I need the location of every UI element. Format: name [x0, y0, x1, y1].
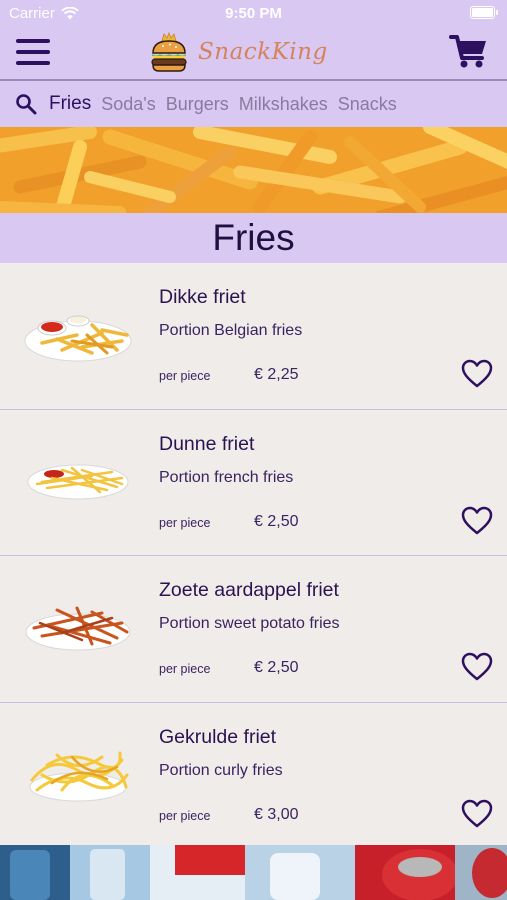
- product-name: Gekrulde friet: [159, 725, 277, 748]
- logo-text: SnackKing: [198, 39, 328, 65]
- product-name: Dikke friet: [159, 286, 246, 308]
- search-icon[interactable]: [15, 93, 37, 115]
- category-tab-fries[interactable]: Fries: [49, 93, 91, 115]
- heart-icon[interactable]: [461, 799, 493, 829]
- category-tab-milkshakes[interactable]: Milkshakes: [239, 94, 328, 115]
- product-item[interactable]: Dunne friet Portion french fries per pie…: [0, 409, 507, 556]
- fries-banner-image: [0, 127, 507, 213]
- top-header: Carrier 9:50 PM SnackKing: [0, 0, 507, 80]
- category-tab-snacks[interactable]: Snacks: [338, 94, 397, 115]
- product-price: € 2,50: [254, 659, 299, 676]
- sodas-banner-image: [0, 845, 507, 900]
- product-image-belgian-fries: [24, 315, 132, 362]
- category-tab-burgers[interactable]: Burgers: [166, 94, 229, 115]
- heart-icon[interactable]: [461, 506, 493, 536]
- product-image-curly-fries: [29, 751, 129, 801]
- product-price: € 3,00: [254, 805, 299, 823]
- product-image-sweet-potato-fries: [25, 606, 131, 651]
- shopping-cart-icon[interactable]: [449, 34, 489, 70]
- product-unit: per piece: [159, 808, 211, 823]
- product-item[interactable]: Zoete aardappel friet Portion sweet pota…: [0, 556, 507, 703]
- burger-icon: [151, 31, 187, 72]
- product-unit: per piece: [159, 662, 211, 676]
- product-description: Portion french fries: [159, 468, 294, 486]
- product-description: Portion curly fries: [159, 761, 283, 779]
- product-unit: per piece: [159, 515, 211, 530]
- heart-icon[interactable]: [461, 652, 493, 682]
- product-image-french-fries: [27, 464, 129, 499]
- battery-icon: [470, 6, 498, 19]
- section-title: Fries: [212, 217, 295, 258]
- app-bar: SnackKing: [0, 28, 507, 80]
- app-logo: SnackKing: [150, 28, 328, 76]
- product-item[interactable]: Gekrulde friet Portion curly fries per p…: [0, 702, 507, 849]
- status-time: 9:50 PM: [225, 5, 282, 22]
- product-name: Dunne friet: [159, 432, 255, 455]
- product-description: Portion Belgian fries: [159, 322, 303, 339]
- product-unit: per piece: [159, 369, 211, 383]
- heart-icon[interactable]: [461, 359, 493, 389]
- category-tab-sodas[interactable]: Soda's: [101, 94, 155, 115]
- product-price: € 2,25: [254, 366, 299, 383]
- hamburger-menu-icon[interactable]: [16, 37, 52, 69]
- section-header: Fries: [0, 213, 507, 263]
- category-bar: Fries Soda's Burgers Milkshakes Snacks: [0, 81, 507, 127]
- status-bar: Carrier 9:50 PM: [0, 0, 507, 28]
- product-name: Zoete aardappel friet: [159, 579, 339, 601]
- product-price: € 2,50: [254, 512, 299, 530]
- product-list: Dikke friet Portion Belgian fries per pi…: [0, 263, 507, 849]
- product-item[interactable]: Dikke friet Portion Belgian fries per pi…: [0, 263, 507, 410]
- product-description: Portion sweet potato fries: [159, 615, 340, 632]
